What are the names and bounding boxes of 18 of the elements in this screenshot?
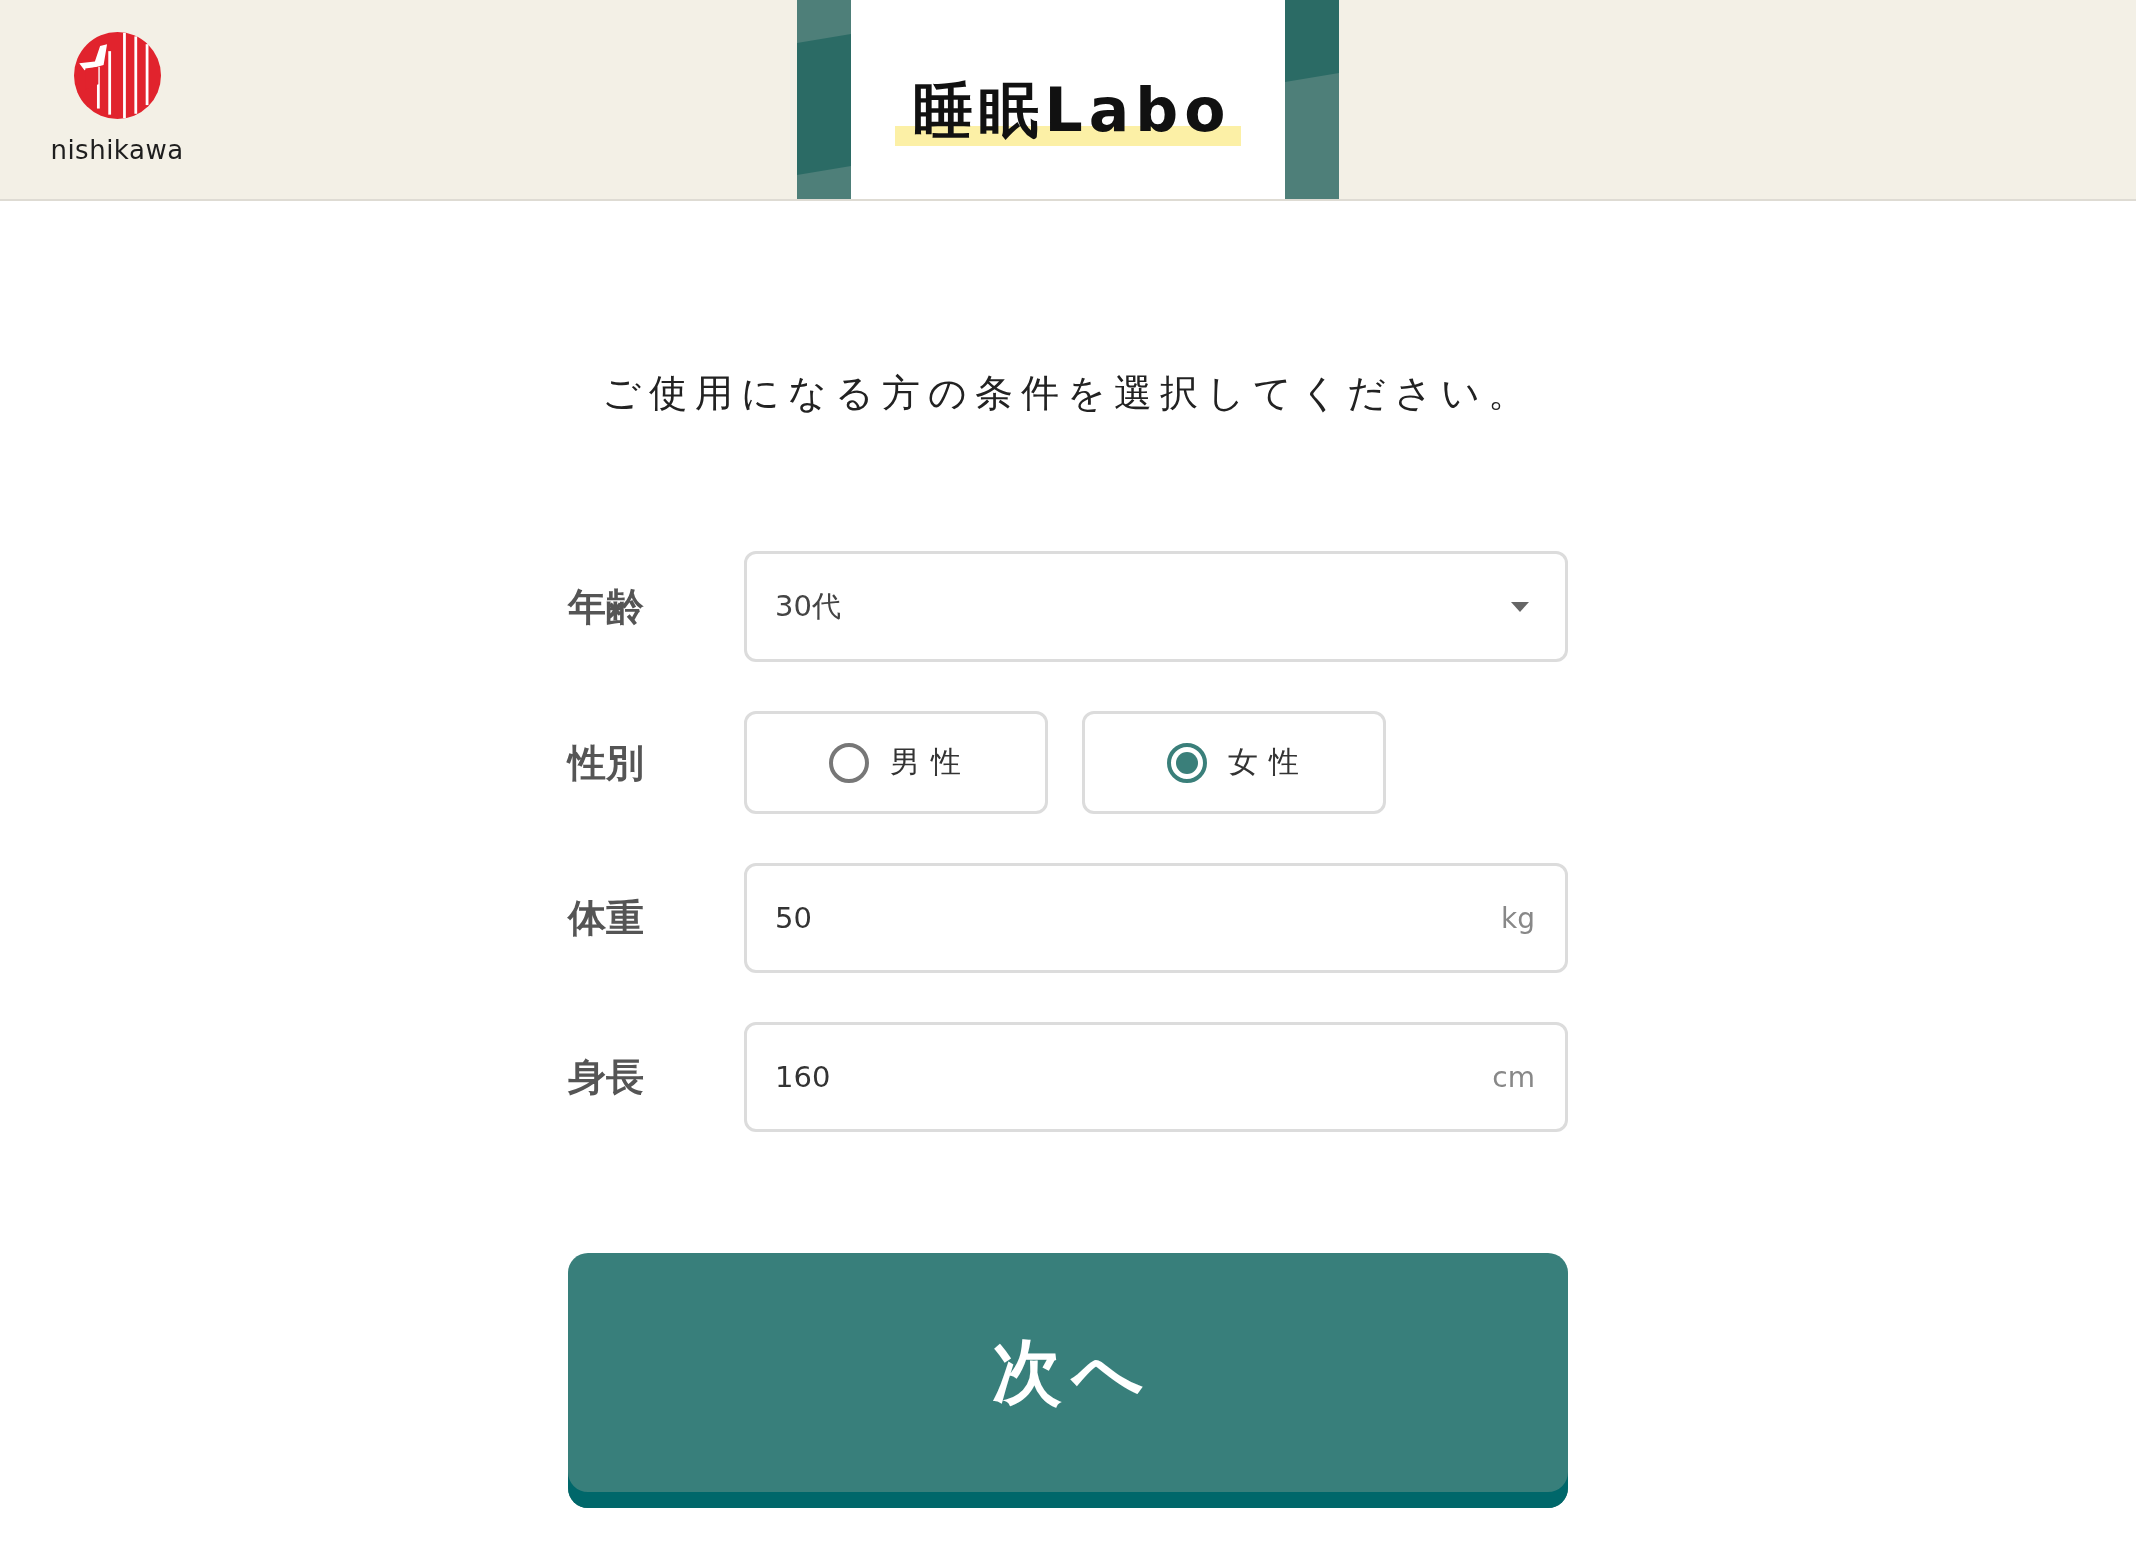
gender-option[interactable]: 男性 bbox=[744, 711, 1048, 814]
banner-band-icon bbox=[1285, 0, 1339, 199]
input-field[interactable]: 50 kg bbox=[744, 863, 1568, 973]
instruction-text: ご使用になる方の条件を選択してください。 bbox=[602, 371, 1534, 415]
field-label: 体重 bbox=[568, 896, 644, 940]
logo-text: nishikawa bbox=[50, 135, 184, 165]
input-field[interactable]: 160 cm bbox=[744, 1022, 1568, 1132]
field-label: 身長 bbox=[568, 1055, 644, 1099]
gender-option[interactable]: 女性 bbox=[1082, 711, 1386, 814]
age-select[interactable]: 30代 bbox=[744, 551, 1568, 662]
field-label: 性別 bbox=[568, 740, 644, 785]
field-label: 年齢 bbox=[568, 584, 644, 629]
caret-icon bbox=[1511, 601, 1529, 612]
unit-label: cm bbox=[1492, 1060, 1535, 1094]
banner-band-icon bbox=[797, 0, 851, 199]
logo-icon bbox=[73, 32, 161, 119]
next-button[interactable]: 次へ bbox=[568, 1253, 1568, 1508]
unit-label: kg bbox=[1501, 901, 1535, 935]
